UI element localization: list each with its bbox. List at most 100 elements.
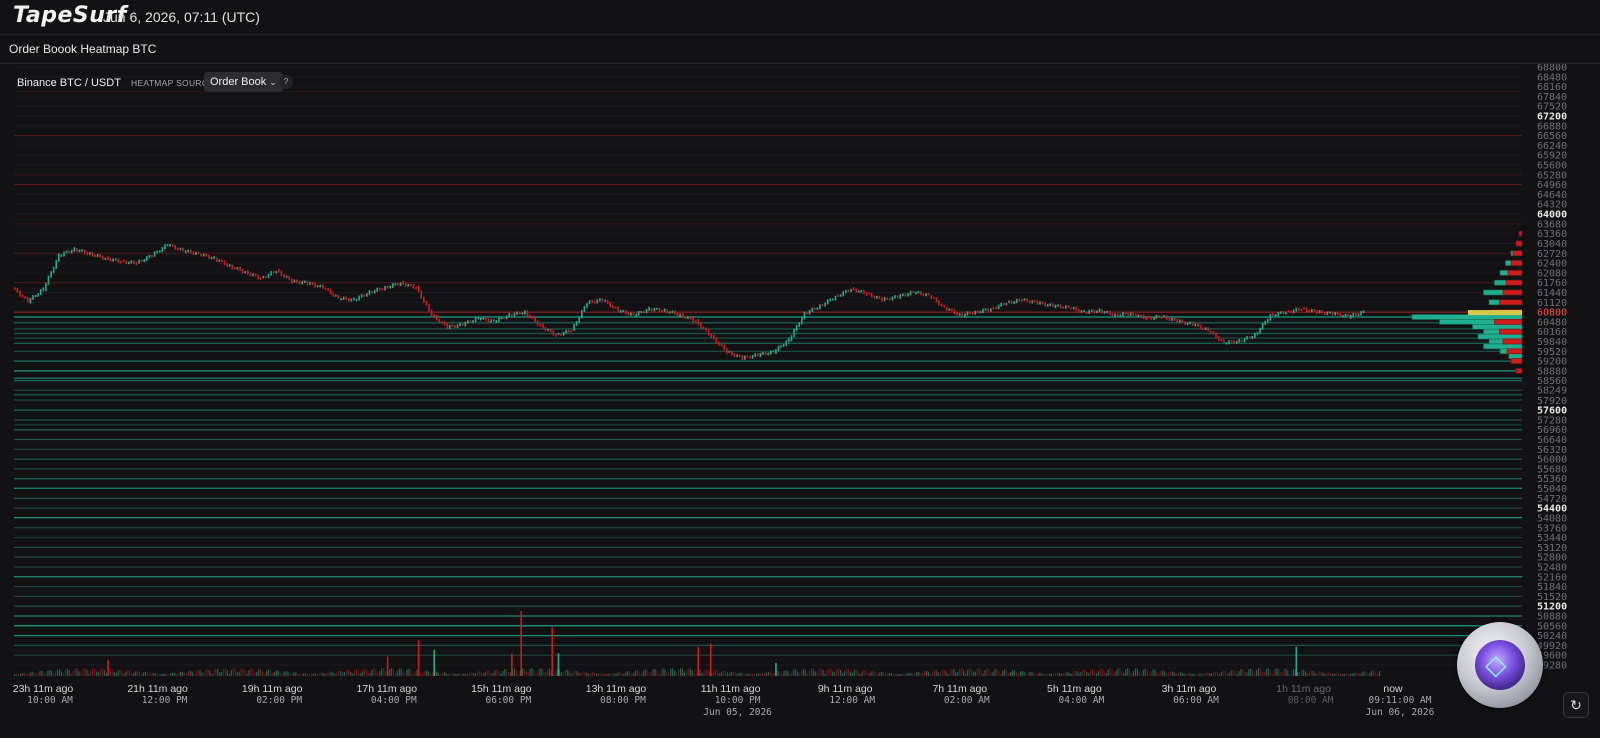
volume-bar [763, 673, 766, 676]
volume-bar [1154, 669, 1156, 676]
volume-bar [1337, 673, 1340, 676]
volume-bar [439, 673, 441, 676]
volume-bar [845, 668, 848, 676]
volume-bar [138, 672, 141, 676]
volume-bar [33, 672, 35, 676]
volume-bar [814, 671, 816, 676]
price-candle [917, 290, 920, 294]
price-candle [164, 244, 166, 250]
x-tick-relative: 23h 11m ago [13, 683, 74, 695]
price-candle [213, 256, 215, 259]
price-candle [197, 251, 200, 254]
title-bar: Order Boook Heatmap BTC [0, 35, 1600, 64]
price-candle [177, 247, 179, 251]
volume-bar [1269, 670, 1271, 676]
price-candle [461, 322, 464, 326]
volume-bar [220, 671, 223, 676]
volume-bar [453, 673, 455, 676]
volume-bar [345, 670, 348, 676]
price-candle [1127, 312, 1129, 317]
volume-bar [513, 668, 516, 676]
volume-bar [468, 672, 471, 676]
volume-bar [310, 673, 313, 676]
volume-bar [332, 672, 334, 676]
price-candle [1352, 313, 1355, 317]
x-tick-time: 09:11:00 AM [1369, 695, 1432, 706]
volume-bar [351, 673, 354, 676]
volume-bar [810, 668, 812, 676]
volume-bar [804, 670, 807, 676]
price-candle [534, 316, 536, 323]
price-candle [612, 305, 614, 309]
price-candle [1000, 302, 1002, 307]
price-candle [700, 322, 702, 329]
volume-bar [857, 670, 859, 676]
price-candle [599, 298, 601, 302]
volume-bar [119, 669, 121, 676]
volume-bar [584, 671, 586, 676]
volume-bar [1056, 672, 1058, 676]
volume-bar [312, 673, 314, 676]
price-candle [777, 345, 780, 352]
volume-bar [1336, 673, 1338, 676]
price-candle [966, 311, 969, 316]
volume-bar [1357, 672, 1359, 676]
volume-bar [301, 673, 303, 676]
volume-bar [1025, 673, 1027, 676]
volume-bar [976, 668, 978, 676]
price-candle [319, 284, 322, 288]
price-candle [769, 350, 772, 355]
price-candle [278, 269, 280, 273]
volume-bar [592, 672, 594, 676]
price-candle [327, 288, 329, 292]
heatmap-svg[interactable]: 6880068480681606784067520672006688066560… [0, 64, 1600, 738]
price-candle [86, 251, 89, 256]
price-candle [1031, 300, 1034, 304]
volume-spike-bar [697, 646, 700, 676]
volume-bar [353, 670, 355, 676]
orderbook-heatmap-chart[interactable]: 68800 68480 68160 67840 67520 67200 66880 66560… [0, 64, 1600, 738]
heatmap-source-select[interactable]: Order Book ⌄ [204, 72, 283, 92]
volume-bar [677, 669, 680, 676]
price-candle [70, 249, 73, 254]
price-candle [148, 254, 151, 259]
price-candle [316, 285, 319, 288]
volume-bar [545, 672, 547, 676]
volume-bar [392, 669, 395, 676]
refresh-button[interactable]: ↻ [1563, 692, 1589, 718]
price-candle [653, 307, 656, 312]
volume-bar [799, 672, 801, 676]
price-candle [254, 273, 257, 277]
price-candle [1096, 310, 1098, 314]
volume-bar [627, 671, 629, 676]
volume-bar [828, 668, 830, 676]
price-candle [933, 296, 935, 300]
price-candle [1235, 340, 1238, 344]
volume-bar [1234, 670, 1236, 676]
price-candle [1256, 331, 1259, 336]
volume-bar [400, 668, 402, 676]
volume-bar [949, 670, 951, 676]
volume-bar [461, 673, 463, 676]
volume-bar [625, 672, 627, 676]
volume-bar [918, 671, 920, 676]
volume-bar [484, 672, 486, 676]
price-candle [1101, 309, 1103, 314]
price-candle [135, 261, 138, 266]
volume-bar [215, 668, 217, 676]
price-candle [1106, 310, 1109, 313]
price-candle [803, 311, 806, 320]
volume-bar [978, 668, 980, 676]
volume-bar [94, 668, 96, 676]
volume-bar [1287, 670, 1289, 676]
volume-bar [593, 672, 596, 676]
price-candle [710, 333, 713, 339]
price-candle [870, 292, 873, 298]
price-candle [850, 288, 852, 293]
help-button[interactable]: ? [279, 75, 293, 89]
price-candle [560, 332, 562, 336]
volume-bar [1332, 673, 1334, 676]
price-candle [1132, 311, 1134, 316]
volume-bar [64, 669, 66, 676]
x-tick-time: 02:00 AM [944, 695, 990, 706]
